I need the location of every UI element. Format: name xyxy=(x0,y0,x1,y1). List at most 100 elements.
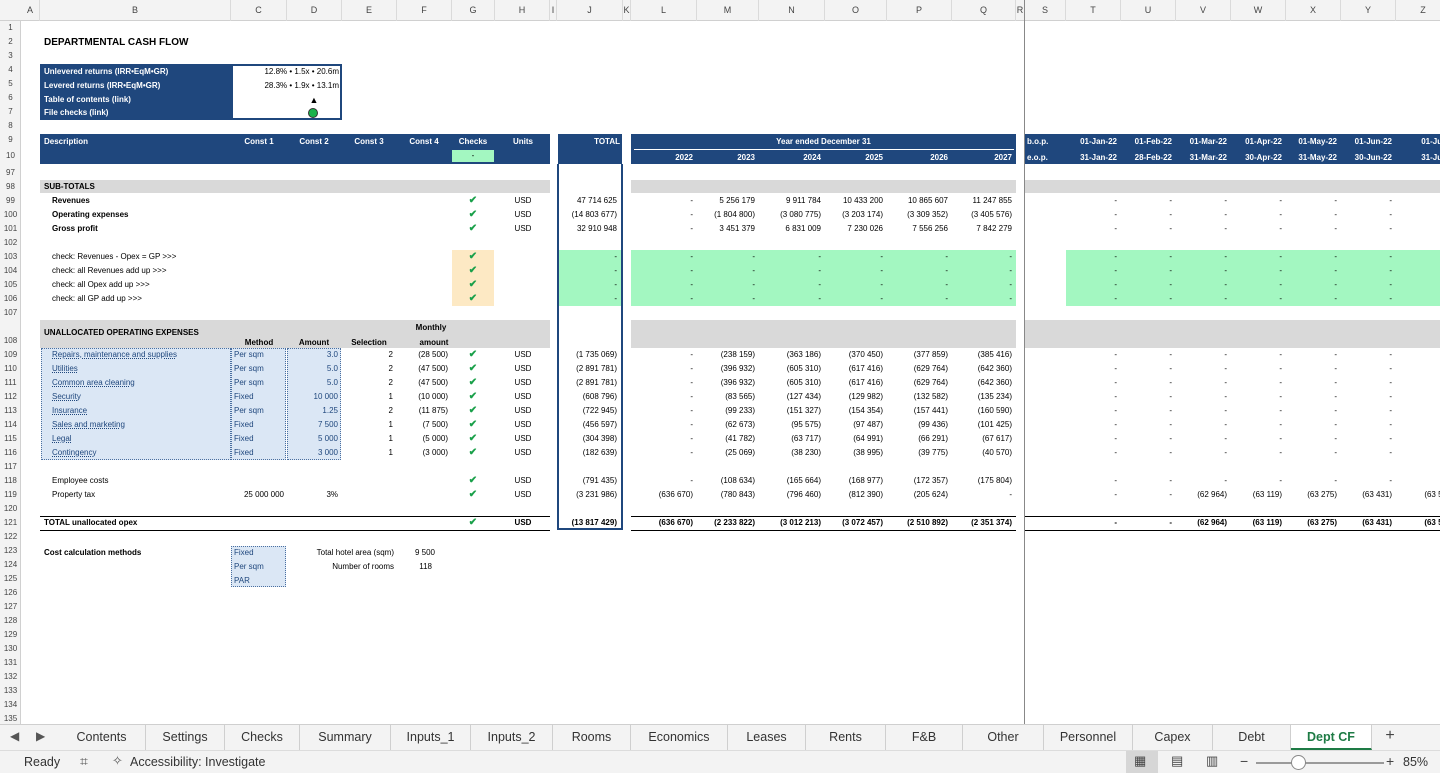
year-value-cell[interactable]: (39 775) xyxy=(887,446,948,460)
year-value-cell[interactable]: (97 487) xyxy=(825,418,883,432)
tab-leases[interactable]: Leases xyxy=(728,725,806,750)
expense-amount-cell[interactable]: 5 000 xyxy=(288,432,338,446)
expense-method-cell[interactable]: Fixed xyxy=(234,432,254,446)
year-value-cell[interactable]: - xyxy=(631,376,693,390)
year-value-cell[interactable]: (3 309 352) xyxy=(887,208,948,222)
row-header-5[interactable]: 5 xyxy=(0,77,21,91)
year-value-cell[interactable]: (25 069) xyxy=(697,446,755,460)
month-value-cell[interactable]: - xyxy=(1176,348,1227,362)
month-value-cell[interactable]: - xyxy=(1121,404,1172,418)
year-value-cell[interactable]: (99 436) xyxy=(887,418,948,432)
month-value-cell[interactable]: (63 58 xyxy=(1396,488,1440,502)
month-value-cell[interactable]: - xyxy=(1231,446,1282,460)
tab-rooms[interactable]: Rooms xyxy=(553,725,631,750)
tab-checks[interactable]: Checks xyxy=(225,725,300,750)
tab-rents[interactable]: Rents xyxy=(806,725,886,750)
tab-dept-cf[interactable]: Dept CF xyxy=(1291,725,1372,750)
year-value-cell[interactable]: 6 831 009 xyxy=(759,222,821,236)
row-header-121[interactable]: 121 xyxy=(0,516,21,530)
row-header-108[interactable]: 108 xyxy=(0,334,21,348)
year-value-cell[interactable]: (396 932) xyxy=(697,376,755,390)
tab-personnel[interactable]: Personnel xyxy=(1044,725,1133,750)
month-value-cell[interactable]: - xyxy=(1066,376,1117,390)
row-header-10[interactable]: 10 xyxy=(0,149,21,163)
row-header-126[interactable]: 126 xyxy=(0,586,21,600)
year-value-cell[interactable]: (127 434) xyxy=(759,390,821,404)
month-value-cell[interactable]: - xyxy=(1231,222,1282,236)
month-value-cell[interactable]: - xyxy=(1066,516,1117,530)
year-value-cell[interactable]: (151 327) xyxy=(759,404,821,418)
row-header-127[interactable]: 127 xyxy=(0,600,21,614)
year-value-cell[interactable]: - xyxy=(631,208,693,222)
month-value-cell[interactable]: - xyxy=(1121,208,1172,222)
month-value-cell[interactable]: (63 431) xyxy=(1341,516,1392,530)
year-value-cell[interactable]: (95 575) xyxy=(759,418,821,432)
year-value-cell[interactable]: - xyxy=(631,362,693,376)
file-checks-link[interactable]: File checks (link) xyxy=(44,106,108,120)
tab-scroll-left-icon[interactable]: ◀ xyxy=(10,729,19,743)
column-header-g[interactable]: G xyxy=(452,0,495,21)
year-value-cell[interactable]: - xyxy=(631,390,693,404)
column-header-k[interactable]: K xyxy=(623,0,631,21)
month-value-cell[interactable]: - xyxy=(1231,194,1282,208)
row-header-106[interactable]: 106 xyxy=(0,292,21,306)
year-value-cell[interactable]: (812 390) xyxy=(825,488,883,502)
row-header-123[interactable]: 123 xyxy=(0,544,21,558)
month-value-cell[interactable]: - xyxy=(1341,348,1392,362)
year-value-cell[interactable]: (385 416) xyxy=(952,348,1012,362)
row-header-99[interactable]: 99 xyxy=(0,194,21,208)
expense-amount-cell[interactable]: 5.0 xyxy=(288,362,338,376)
row-header-117[interactable]: 117 xyxy=(0,460,21,474)
month-value-cell[interactable]: - xyxy=(1066,348,1117,362)
year-value-cell[interactable]: (780 843) xyxy=(697,488,755,502)
expense-method-cell[interactable]: Per sqm xyxy=(234,348,264,362)
month-value-cell[interactable]: - xyxy=(1341,376,1392,390)
tab-economics[interactable]: Economics xyxy=(631,725,728,750)
month-value-cell[interactable]: - xyxy=(1121,222,1172,236)
column-header-x[interactable]: X xyxy=(1286,0,1341,21)
year-value-cell[interactable]: (363 186) xyxy=(759,348,821,362)
row-header-129[interactable]: 129 xyxy=(0,628,21,642)
row-header-3[interactable]: 3 xyxy=(0,49,21,63)
expense-label[interactable]: Legal xyxy=(52,432,72,446)
month-value-cell[interactable]: - xyxy=(1121,376,1172,390)
year-value-cell[interactable]: - xyxy=(631,194,693,208)
month-value-cell[interactable]: - xyxy=(1231,376,1282,390)
month-value-cell[interactable]: - xyxy=(1286,418,1337,432)
year-value-cell[interactable]: (629 764) xyxy=(887,376,948,390)
year-value-cell[interactable]: (101 425) xyxy=(952,418,1012,432)
year-value-cell[interactable]: (3 012 213) xyxy=(759,516,821,530)
year-value-cell[interactable]: 9 911 784 xyxy=(759,194,821,208)
year-value-cell[interactable]: (238 159) xyxy=(697,348,755,362)
year-value-cell[interactable]: 11 247 855 xyxy=(952,194,1012,208)
month-value-cell[interactable]: - xyxy=(1066,390,1117,404)
page-break-icon[interactable]: ▥ xyxy=(1206,753,1218,769)
row-header-112[interactable]: 112 xyxy=(0,390,21,404)
month-value-cell[interactable]: - xyxy=(1066,432,1117,446)
expense-amount-cell[interactable]: 1.25 xyxy=(288,404,338,418)
month-value-cell[interactable]: - xyxy=(1066,418,1117,432)
expense-method-cell[interactable]: Fixed xyxy=(234,446,254,460)
tab-contents[interactable]: Contents xyxy=(58,725,146,750)
row-header-120[interactable]: 120 xyxy=(0,502,21,516)
row-header-131[interactable]: 131 xyxy=(0,656,21,670)
column-header-n[interactable]: N xyxy=(759,0,825,21)
column-header-m[interactable]: M xyxy=(697,0,759,21)
year-value-cell[interactable]: (38 995) xyxy=(825,446,883,460)
year-value-cell[interactable]: (63 717) xyxy=(759,432,821,446)
year-value-cell[interactable]: (1 804 800) xyxy=(697,208,755,222)
macro-record-icon[interactable]: ⌗ xyxy=(80,753,88,770)
month-value-cell[interactable]: - xyxy=(1341,418,1392,432)
expense-label[interactable]: Security xyxy=(52,390,81,404)
row-header-107[interactable]: 107 xyxy=(0,306,21,320)
month-value-cell[interactable]: - xyxy=(1176,362,1227,376)
expense-label[interactable]: Utilities xyxy=(52,362,78,376)
expense-method-cell[interactable]: Per sqm xyxy=(234,404,264,418)
column-header-h[interactable]: H xyxy=(495,0,550,21)
year-value-cell[interactable]: (66 291) xyxy=(887,432,948,446)
month-value-cell[interactable]: - xyxy=(1341,390,1392,404)
row-header-124[interactable]: 124 xyxy=(0,558,21,572)
row-header-110[interactable]: 110 xyxy=(0,362,21,376)
year-value-cell[interactable]: 10 433 200 xyxy=(825,194,883,208)
month-value-cell[interactable]: - xyxy=(1176,376,1227,390)
